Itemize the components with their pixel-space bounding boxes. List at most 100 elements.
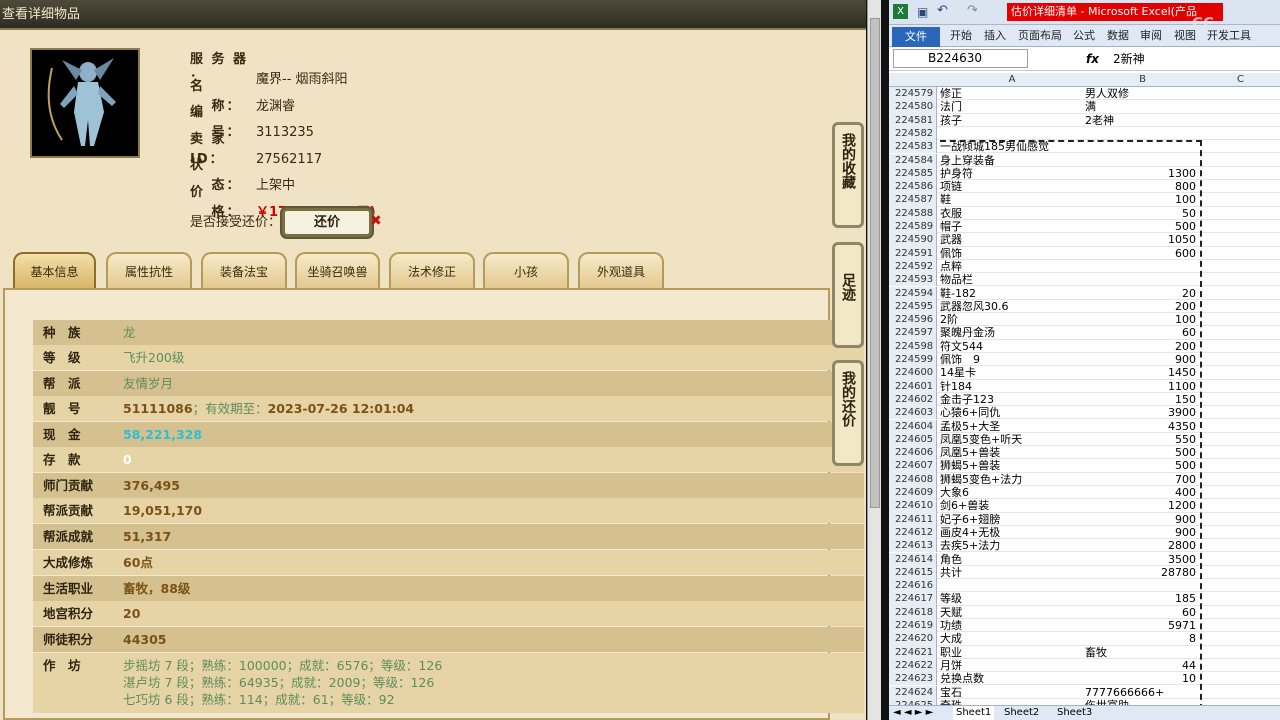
cell-a[interactable]: 帽子 bbox=[940, 220, 1084, 233]
ribbon-tab-formulas[interactable]: 公式 bbox=[1073, 25, 1095, 47]
cell-b[interactable]: 1100 bbox=[1085, 380, 1200, 393]
cell-a[interactable]: 孩子 bbox=[940, 114, 1084, 127]
row-number[interactable]: 224603 bbox=[889, 406, 937, 420]
sheet-row[interactable]: 224593 物品栏 bbox=[889, 273, 1280, 287]
cell-b[interactable]: 3500 bbox=[1085, 553, 1200, 566]
cell-a[interactable]: 狮蝎5+兽装 bbox=[940, 459, 1084, 472]
cell-b[interactable]: 400 bbox=[1085, 486, 1200, 499]
sheet-row[interactable]: 224604 孟极5+大圣 4350 bbox=[889, 419, 1280, 433]
row-number[interactable]: 224593 bbox=[889, 273, 937, 287]
row-number[interactable]: 224612 bbox=[889, 525, 937, 540]
my-bargains-button[interactable]: 我的还价 bbox=[832, 360, 864, 466]
row-number[interactable]: 224622 bbox=[889, 658, 937, 673]
cell-a[interactable]: 一战倾城185男仙感觉 bbox=[940, 140, 1084, 153]
cell-a[interactable]: 武器忽风30.6 bbox=[940, 300, 1084, 313]
row-number[interactable]: 224580 bbox=[889, 100, 937, 114]
cell-a[interactable]: 武器 bbox=[940, 233, 1084, 246]
file-tab[interactable]: 文件 bbox=[892, 27, 940, 47]
sheet-tab-1[interactable]: Sheet1 bbox=[953, 706, 995, 720]
left-scrollbar[interactable] bbox=[867, 0, 881, 720]
cell-b[interactable]: 1450 bbox=[1085, 366, 1200, 379]
sheet-row[interactable]: 224621 职业 畜牧 bbox=[889, 645, 1280, 659]
sheet-row[interactable]: 224610 剑6+兽装 1200 bbox=[889, 499, 1280, 513]
sheet-row[interactable]: 224585 护身符 1300 bbox=[889, 166, 1280, 181]
sheet-tab-2[interactable]: Sheet2 bbox=[1004, 706, 1039, 720]
ribbon-tab-data[interactable]: 数据 bbox=[1107, 25, 1129, 47]
cell-b[interactable]: 200 bbox=[1085, 340, 1200, 353]
row-number[interactable]: 224585 bbox=[889, 166, 937, 181]
row-number[interactable]: 224591 bbox=[889, 246, 937, 260]
sheet-row[interactable]: 224613 去疾5+法力 2800 bbox=[889, 539, 1280, 553]
row-number[interactable]: 224606 bbox=[889, 446, 937, 460]
formula-input[interactable]: 2新神 bbox=[1113, 47, 1145, 71]
cell-b[interactable]: 畜牧 bbox=[1085, 646, 1200, 659]
cell-a[interactable]: 月饼 bbox=[940, 659, 1084, 672]
cell-b[interactable]: 7777666666+ bbox=[1085, 686, 1200, 699]
cell-b[interactable]: 4350 bbox=[1085, 420, 1200, 433]
cell-b[interactable]: 20 bbox=[1085, 287, 1200, 300]
cell-b[interactable]: 800 bbox=[1085, 180, 1200, 193]
cell-a[interactable]: 聚魄丹金汤 bbox=[940, 326, 1084, 339]
cell-a[interactable]: 修正 bbox=[940, 87, 1084, 100]
cell-a[interactable]: 大象6 bbox=[940, 486, 1084, 499]
col-header-b[interactable]: B bbox=[1085, 73, 1200, 87]
cell-b[interactable]: 500 bbox=[1085, 220, 1200, 233]
tab-basic-info[interactable]: 基本信息 bbox=[13, 252, 96, 288]
fx-icon[interactable]: fx bbox=[1086, 47, 1099, 71]
row-number[interactable]: 224613 bbox=[889, 539, 937, 553]
row-number[interactable]: 224596 bbox=[889, 313, 937, 327]
cell-b[interactable]: 满 bbox=[1085, 100, 1200, 113]
cell-a[interactable]: 佩饰 9 bbox=[940, 353, 1084, 366]
my-favorites-button[interactable]: 我的收藏 bbox=[832, 122, 864, 228]
row-number[interactable]: 224611 bbox=[889, 512, 937, 526]
sheet-row[interactable]: 224614 角色 3500 bbox=[889, 552, 1280, 566]
row-number[interactable]: 224583 bbox=[889, 140, 937, 154]
row-number[interactable]: 224602 bbox=[889, 392, 937, 407]
sheet-row[interactable]: 224615 共计 28780 bbox=[889, 565, 1280, 580]
cell-a[interactable]: 兑换点数 bbox=[940, 672, 1084, 685]
cell-a[interactable]: 孟极5+大圣 bbox=[940, 420, 1084, 433]
sheet-row[interactable]: 224594 鞋-182 20 bbox=[889, 286, 1280, 300]
row-number[interactable]: 224618 bbox=[889, 605, 937, 619]
sheet-row[interactable]: 224619 功绩 5971 bbox=[889, 619, 1280, 633]
cell-b[interactable]: 3900 bbox=[1085, 406, 1200, 419]
cell-b[interactable]: 男人双修 bbox=[1085, 87, 1200, 100]
row-number[interactable]: 224579 bbox=[889, 87, 937, 101]
sheet-row[interactable]: 224607 狮蝎5+兽装 500 bbox=[889, 459, 1280, 473]
sheet-row[interactable]: 224596 2阶 100 bbox=[889, 313, 1280, 327]
row-number[interactable]: 224621 bbox=[889, 645, 937, 659]
sheet-row[interactable]: 224603 心猿6+同仇 3900 bbox=[889, 406, 1280, 420]
sheet-row[interactable]: 224620 大成 8 bbox=[889, 632, 1280, 646]
save-icon[interactable]: ▣ bbox=[917, 5, 928, 19]
cell-b[interactable]: 900 bbox=[1085, 513, 1200, 526]
cell-b[interactable]: 550 bbox=[1085, 433, 1200, 446]
sheet-row[interactable]: 224609 大象6 400 bbox=[889, 486, 1280, 500]
ribbon-tab-review[interactable]: 审阅 bbox=[1140, 25, 1162, 47]
sheet-row[interactable]: 224590 武器 1050 bbox=[889, 233, 1280, 247]
cell-a[interactable]: 去疾5+法力 bbox=[940, 539, 1084, 552]
cell-a[interactable]: 角色 bbox=[940, 553, 1084, 566]
sheet-row[interactable]: 224616 bbox=[889, 579, 1280, 593]
row-number[interactable]: 224582 bbox=[889, 126, 937, 141]
row-number[interactable]: 224615 bbox=[889, 565, 937, 580]
row-number[interactable]: 224581 bbox=[889, 113, 937, 127]
row-number[interactable]: 224624 bbox=[889, 685, 937, 699]
row-number[interactable]: 224616 bbox=[889, 579, 937, 593]
cell-a[interactable]: 共计 bbox=[940, 566, 1084, 579]
sheet-row[interactable]: 224624 宝石 7777666666+ bbox=[889, 685, 1280, 699]
sheet-row[interactable]: 224591 佩饰 600 bbox=[889, 246, 1280, 260]
row-number[interactable]: 224619 bbox=[889, 619, 937, 633]
row-number[interactable]: 224597 bbox=[889, 326, 937, 340]
row-number[interactable]: 224594 bbox=[889, 286, 937, 300]
sheet-row[interactable]: 224622 月饼 44 bbox=[889, 658, 1280, 673]
sheet-row[interactable]: 224588 衣服 50 bbox=[889, 206, 1280, 220]
ribbon-tab-home[interactable]: 开始 bbox=[950, 25, 972, 47]
row-number[interactable]: 224601 bbox=[889, 379, 937, 393]
row-number[interactable]: 224610 bbox=[889, 499, 937, 513]
cell-a[interactable]: 针184 bbox=[940, 380, 1084, 393]
row-number[interactable]: 224617 bbox=[889, 592, 937, 606]
sheet-row[interactable]: 224582 bbox=[889, 126, 1280, 141]
sheet-row[interactable]: 224617 等级 185 bbox=[889, 592, 1280, 606]
cell-b[interactable]: 1050 bbox=[1085, 233, 1200, 246]
cell-a[interactable]: 剑6+兽装 bbox=[940, 499, 1084, 512]
